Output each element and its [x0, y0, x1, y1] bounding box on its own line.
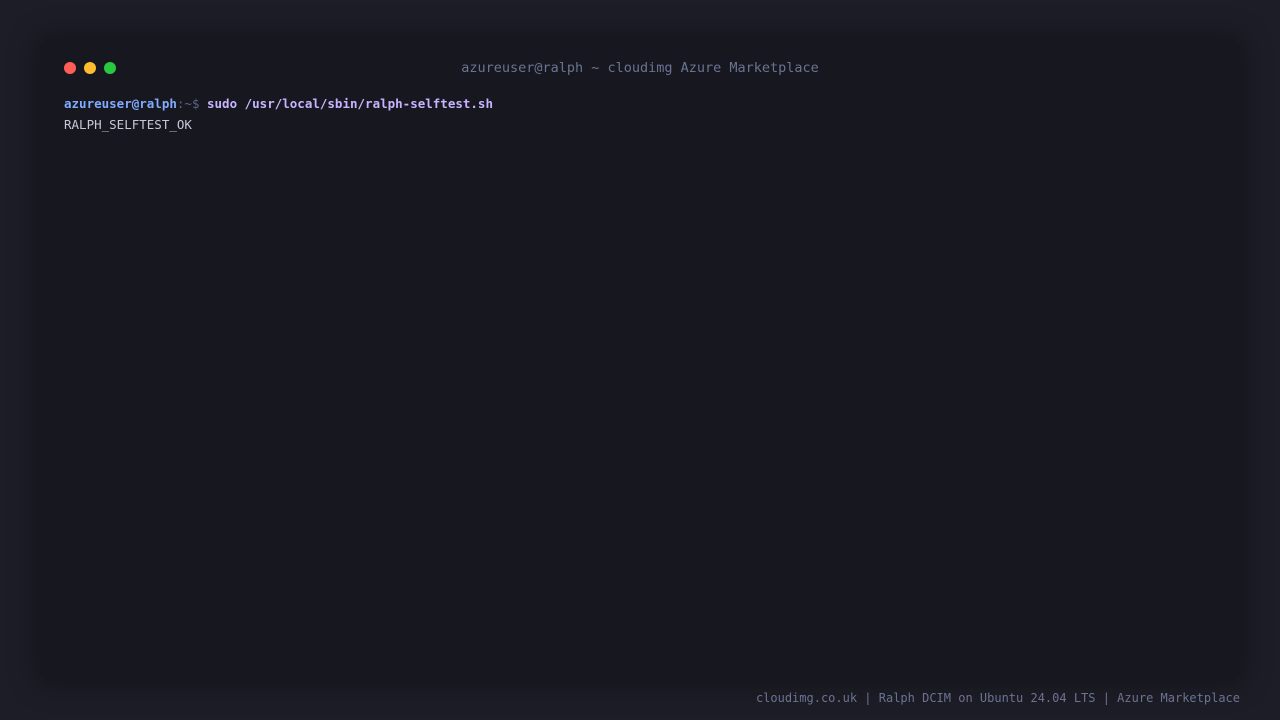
footer-caption: cloudimg.co.uk | Ralph DCIM on Ubuntu 24… [755, 691, 1240, 705]
prompt-path: :~$ [176, 96, 207, 111]
command-text: sudo /usr/local/sbin/ralph-selftest.sh [207, 96, 493, 111]
prompt-user-host: azureuser@ralph [64, 96, 177, 111]
window-title: azureuser@ralph ~ cloudimg Azure Marketp… [461, 60, 819, 76]
terminal-line-command: azureuser@ralph:~$ sudo /usr/local/sbin/… [64, 93, 1214, 114]
window-titlebar[interactable]: azureuser@ralph ~ cloudimg Azure Marketp… [40, 40, 1240, 96]
terminal-output-area[interactable]: azureuser@ralph:~$ sudo /usr/local/sbin/… [64, 93, 1214, 135]
terminal-line-output: RALPH_SELFTEST_OK [64, 117, 192, 132]
terminal-window: azureuser@ralph ~ cloudimg Azure Marketp… [40, 40, 1240, 680]
